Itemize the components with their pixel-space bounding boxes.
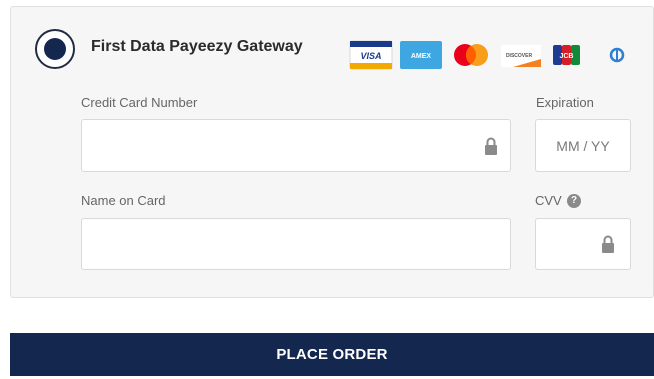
expiration-label: Expiration [536, 95, 594, 110]
discover-icon: DISCOVER [501, 45, 541, 67]
lock-icon [485, 137, 497, 155]
mastercard-icon [454, 44, 488, 66]
card-number-input[interactable] [81, 119, 511, 172]
visa-logo-text: VISA [360, 51, 381, 61]
cvv-input[interactable] [535, 218, 631, 270]
radio-selected-dot [44, 38, 66, 60]
amex-icon: AMEX [400, 41, 442, 69]
discover-logo-text: DISCOVER [506, 53, 533, 59]
jcb-logo-text: JCB [559, 53, 573, 60]
place-order-button[interactable]: PLACE ORDER [10, 333, 654, 376]
gateway-title: First Data Payeezy Gateway [91, 38, 303, 55]
expiration-input[interactable] [535, 119, 631, 172]
cvv-help-icon[interactable]: ? [567, 194, 581, 208]
visa-icon: VISA [349, 40, 393, 70]
lock-icon [602, 235, 614, 253]
card-number-label: Credit Card Number [81, 95, 198, 110]
name-on-card-input[interactable] [81, 218, 511, 270]
cvv-label: CVV [535, 193, 562, 208]
amex-logo-text: AMEX [411, 53, 432, 60]
payment-method-panel: First Data Payeezy Gateway VISA AMEX DIS… [10, 6, 654, 298]
jcb-icon: JCB [553, 45, 580, 65]
payment-method-radio[interactable] [35, 29, 75, 69]
diners-icon [609, 47, 625, 63]
name-on-card-label: Name on Card [81, 193, 166, 208]
